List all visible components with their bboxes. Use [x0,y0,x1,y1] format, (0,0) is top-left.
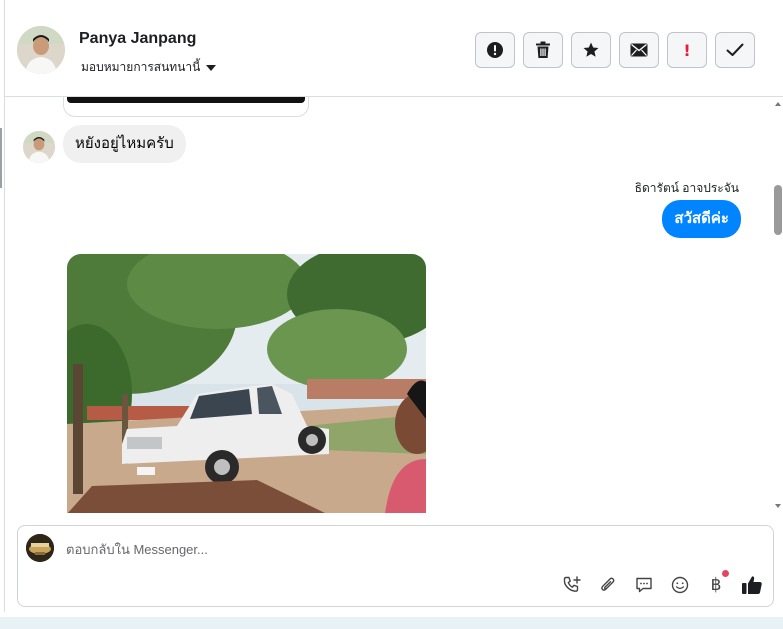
mark-done-button[interactable] [715,32,755,68]
trash-icon [536,41,550,58]
delete-button[interactable] [523,32,563,68]
outgoing-sender-name: ธิดารัตน์ อาจประจัน [634,181,739,195]
incoming-photo-attachment[interactable] [67,254,426,513]
assign-conversation-dropdown[interactable]: มอบหมายการสนทนานี้ [81,58,217,77]
mark-unread-button[interactable] [619,32,659,68]
notification-dot [722,570,729,577]
mark-important-button[interactable]: ! [667,32,707,68]
page-footer-band [0,617,783,629]
scroll-thumb[interactable] [774,185,782,235]
star-button[interactable] [571,32,611,68]
call-add-icon[interactable] [561,574,583,596]
alert-circle-icon [487,42,503,58]
sender-avatar[interactable] [23,131,55,163]
exclamation-icon: ! [683,40,691,60]
paperclip-icon[interactable] [597,574,619,596]
star-icon [583,42,599,57]
composer-actions: ฿ [561,570,763,596]
report-spam-button[interactable] [475,32,515,68]
reply-composer: ฿ [17,525,774,607]
caret-down-icon [206,64,217,71]
payment-baht-icon[interactable]: ฿ [705,570,729,596]
emoji-icon[interactable] [669,574,691,596]
page-avatar [26,534,54,562]
saved-reply-icon[interactable] [633,574,655,596]
previous-attachment-image [67,97,305,103]
scroll-down-arrow-icon[interactable] [775,504,781,508]
conversation-header: Panya Janpang มอบหมายการสนทนานี้ ! [5,2,783,97]
baht-symbol: ฿ [710,575,722,595]
thread-scrollbar[interactable] [773,100,783,510]
contact-avatar[interactable] [17,26,65,74]
left-scroll-indicator [0,128,2,188]
incoming-message-bubble[interactable]: หยังอยู่ไหมครับ [63,125,186,163]
envelope-icon [630,43,648,57]
outgoing-message-bubble[interactable]: สวัสดีค่ะ [662,200,741,238]
like-thumb-icon[interactable] [741,574,763,596]
assign-label: มอบหมายการสนทนานี้ [81,60,201,74]
messenger-inbox-pane: Panya Janpang มอบหมายการสนทนานี้ ! หยังอ… [0,0,783,629]
message-thread[interactable]: หยังอยู่ไหมครับ ธิดารัตน์ อาจประจัน สวัส… [5,97,783,513]
contact-name[interactable]: Panya Janpang [79,30,196,48]
conversation-toolbar: ! [475,32,755,68]
check-icon [726,43,744,56]
reply-input[interactable] [66,538,746,560]
scroll-up-arrow-icon[interactable] [775,102,781,106]
